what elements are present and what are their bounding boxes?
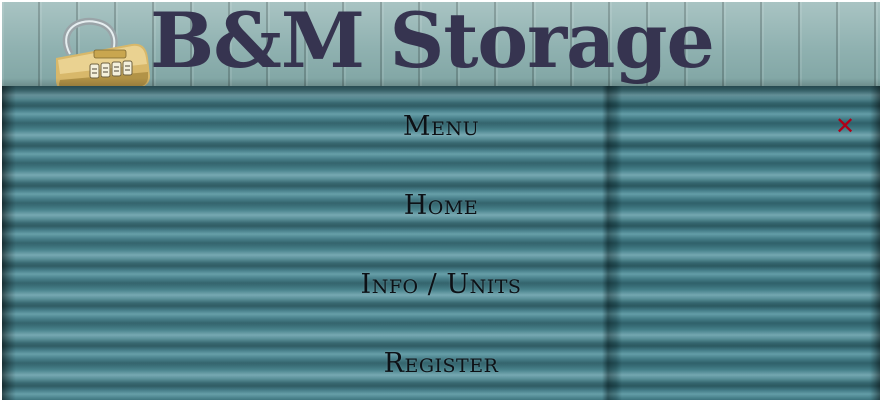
menu-heading: Menu [402, 111, 480, 142]
menu-item-info-units[interactable]: Info / Units [2, 269, 880, 300]
site-title: B&M Storage [150, 2, 715, 85]
menu-item-home[interactable]: Home [2, 190, 880, 221]
padlock-icon [56, 17, 150, 88]
close-icon[interactable]: ✕ [833, 114, 857, 138]
menu-item-register[interactable]: Register [2, 348, 880, 379]
menu-overlay: Menu ✕ Home Info / Units Register [2, 86, 880, 400]
site-header: B&M Storage [2, 2, 880, 88]
